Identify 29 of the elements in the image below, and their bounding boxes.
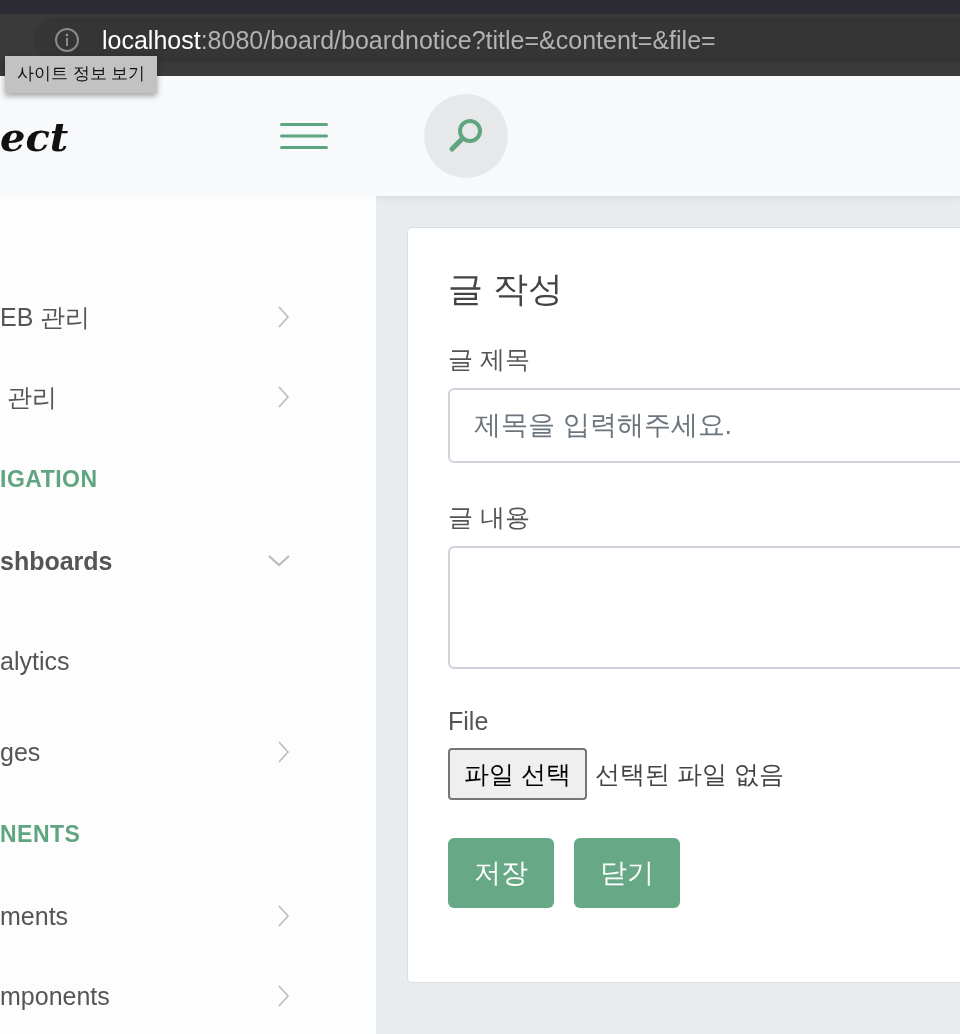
sidebar-item[interactable]: EB 관리	[0, 277, 290, 357]
section-heading: NENTS	[0, 819, 82, 849]
logo: ect	[0, 112, 69, 160]
sidebar-item[interactable]: mponents	[0, 956, 290, 1034]
title-field[interactable]: 제목을 입력해주세요.	[448, 388, 960, 463]
menu-icon[interactable]	[280, 122, 328, 150]
section-heading: IGATION	[0, 464, 99, 494]
sidebar-item[interactable]: shboards	[0, 521, 290, 601]
content-field[interactable]	[448, 546, 960, 669]
field-label: 글 제목	[448, 344, 531, 375]
tooltip: 사이트 정보 보기	[5, 56, 158, 93]
field-label: 글 내용	[448, 502, 531, 533]
chevron-right-icon	[278, 741, 290, 763]
card-title: 글 작성	[448, 268, 564, 310]
field-label: File	[448, 707, 490, 736]
chevron-right-icon	[278, 905, 290, 927]
chevron-right-icon	[278, 985, 290, 1007]
sidebar-item[interactable]: ments	[0, 876, 290, 956]
sidebar-item[interactable]: ges	[0, 712, 290, 792]
chevron-down-icon	[268, 555, 290, 567]
chevron-right-icon	[278, 306, 290, 328]
file-status: 선택된 파일 없음	[594, 758, 784, 790]
chevron-right-icon	[278, 386, 290, 408]
choose-file-button[interactable]: 파일 선택	[448, 748, 587, 800]
sidebar-item[interactable]: 관리	[0, 357, 290, 437]
address-bar[interactable]: localhost:8080/board/boardnotice?title=&content=&file=	[34, 17, 960, 63]
info-icon[interactable]	[54, 27, 80, 53]
sidebar-subitem[interactable]: alytics	[0, 610, 290, 712]
url-text[interactable]: localhost:8080/board/boardnotice?title=&content=&file=	[102, 27, 716, 53]
